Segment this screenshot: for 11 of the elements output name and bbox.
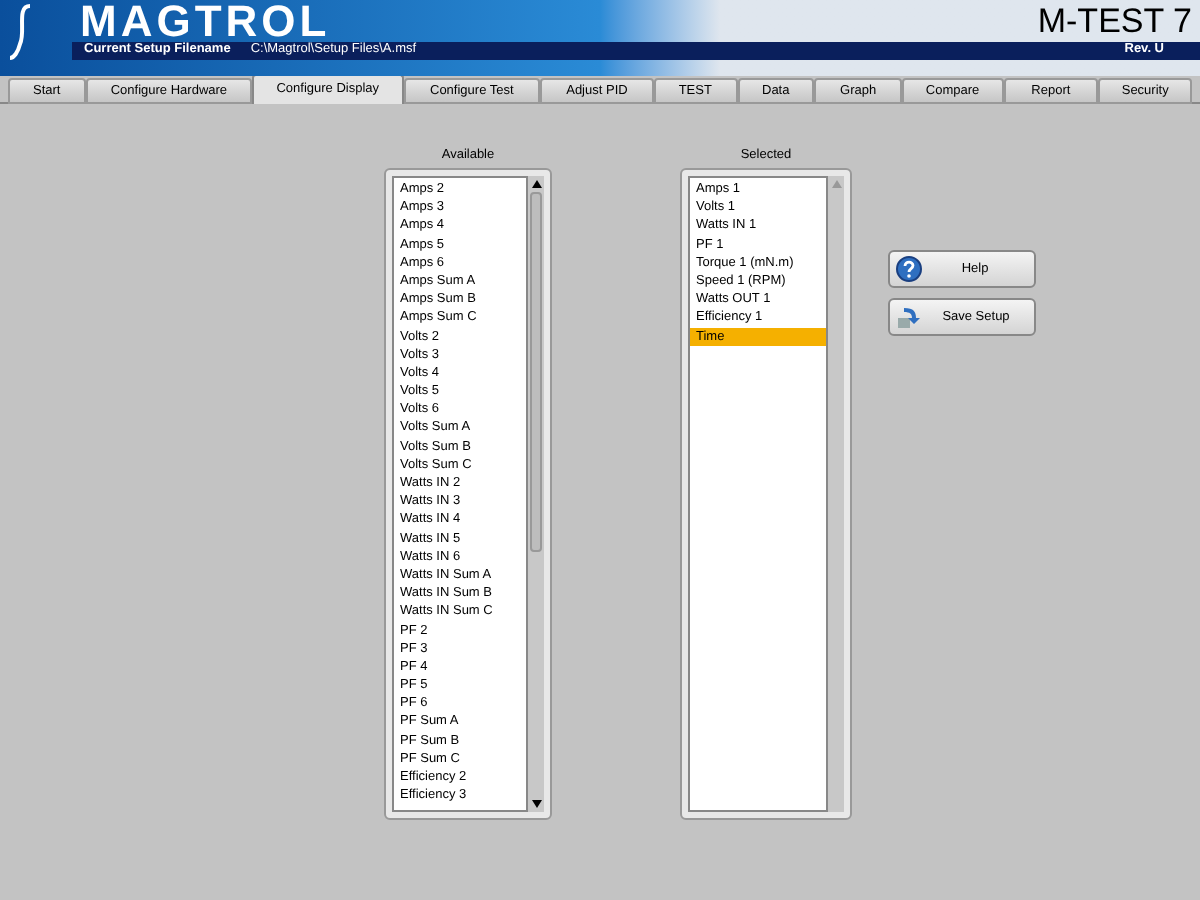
help-icon <box>896 256 922 282</box>
available-listbox[interactable] <box>392 176 528 812</box>
product-title: M-TEST 7 <box>1037 0 1192 43</box>
scroll-down-icon[interactable] <box>531 800 541 808</box>
logo-text: MAGTROL <box>80 0 331 44</box>
scroll-thumb[interactable] <box>530 192 542 552</box>
scrollbar[interactable] <box>828 176 844 812</box>
logo-icon <box>8 4 36 60</box>
save-icon <box>896 305 924 329</box>
scroll-up-icon[interactable] <box>531 180 541 188</box>
scrollbar[interactable] <box>528 176 544 812</box>
